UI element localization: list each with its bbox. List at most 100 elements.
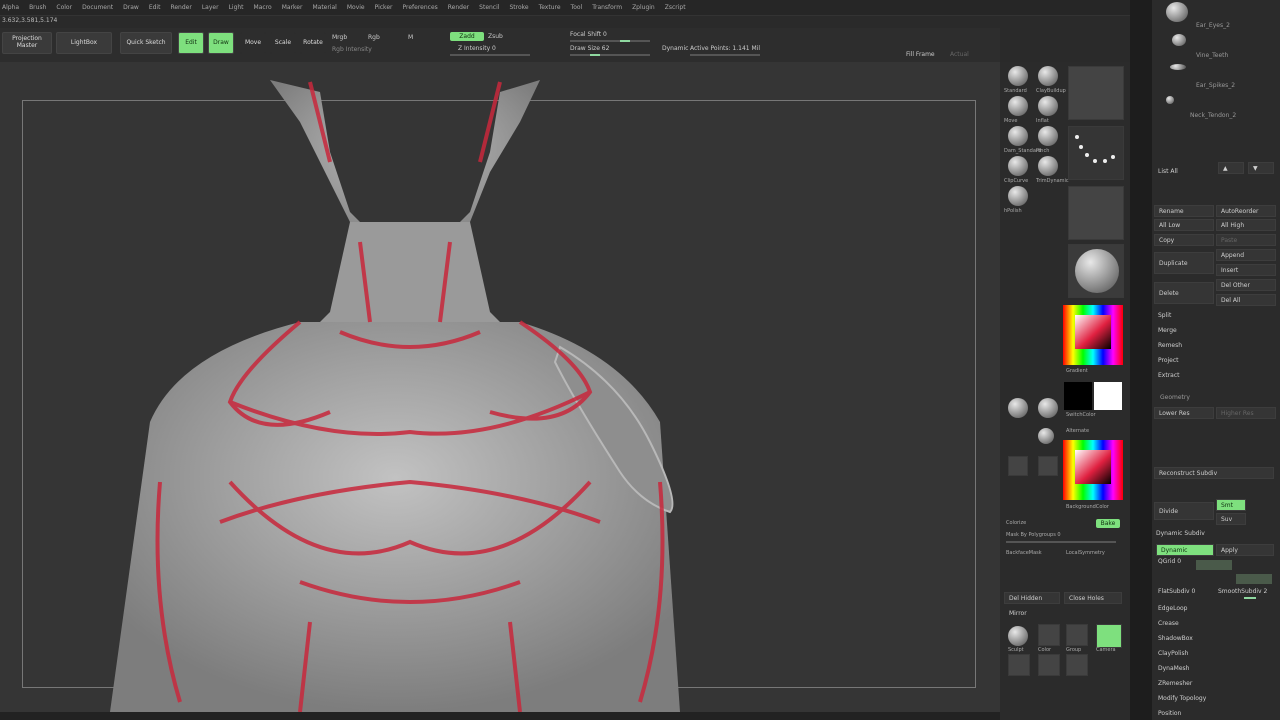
list-all-button[interactable]: List All <box>1158 168 1178 175</box>
coverage-field[interactable] <box>1236 574 1272 584</box>
claypolish-section[interactable]: ClayPolish <box>1158 650 1188 657</box>
menu-item[interactable]: Texture <box>539 4 561 11</box>
menu-item[interactable]: Material <box>312 4 336 11</box>
smoothsubdiv-slider[interactable]: SmoothSubdiv 2 <box>1218 588 1267 595</box>
modify-topology-section[interactable]: Modify Topology <box>1158 695 1206 702</box>
autoreorder-button[interactable]: AutoReorder <box>1216 205 1276 217</box>
position-section[interactable]: Position <box>1158 710 1181 717</box>
menu-item[interactable]: Zplugin <box>632 4 655 11</box>
duplicate-button[interactable]: Duplicate <box>1154 252 1214 274</box>
paint-brush-icon[interactable] <box>1038 624 1060 646</box>
color-picker-secondary-field[interactable] <box>1075 450 1111 484</box>
actual-label[interactable]: Actual <box>950 51 969 58</box>
menu-item[interactable]: Light <box>229 4 244 11</box>
qgrid-field[interactable] <box>1196 560 1232 570</box>
del-hidden-button[interactable]: Del Hidden <box>1004 592 1060 604</box>
subtool-name-2[interactable]: Ear_Spikes_2 <box>1196 82 1235 89</box>
material-sphere-2-icon[interactable] <box>1038 398 1058 418</box>
move-button[interactable]: Move <box>240 32 266 54</box>
subtool-name-0[interactable]: Ear_Eyes_2 <box>1196 22 1230 29</box>
camera-icon[interactable] <box>1096 624 1122 648</box>
dynamic-subdiv-header[interactable]: Dynamic Subdiv <box>1156 530 1205 537</box>
lightbox-button[interactable]: LightBox <box>56 32 112 54</box>
menu-item[interactable]: Layer <box>202 4 219 11</box>
close-holes-button[interactable]: Close Holes <box>1064 592 1122 604</box>
flatsubdiv-slider[interactable]: FlatSubdiv 0 <box>1158 588 1195 595</box>
menu-item[interactable]: Movie <box>347 4 365 11</box>
standard-brush-icon[interactable] <box>1008 66 1028 86</box>
zadd-toggle[interactable]: Zadd <box>450 32 484 41</box>
trimdynamic-brush-icon[interactable] <box>1038 156 1058 176</box>
mirror-dropdown[interactable]: Mirror <box>1004 607 1122 619</box>
crease-section[interactable]: Crease <box>1158 620 1179 627</box>
extract-section[interactable]: Extract <box>1158 372 1180 379</box>
menu-item[interactable]: Draw <box>123 4 139 11</box>
quick-sketch-button[interactable]: Quick Sketch <box>120 32 172 54</box>
reconstruct-subdiv-button[interactable]: Reconstruct Subdiv <box>1154 467 1274 479</box>
rotate-button[interactable]: Rotate <box>300 32 326 54</box>
inflat-brush-icon[interactable] <box>1038 96 1058 116</box>
gradient-label[interactable]: Gradient <box>1066 368 1088 374</box>
dam-standard-brush-icon[interactable] <box>1008 126 1028 146</box>
material-thumb[interactable] <box>1068 244 1124 298</box>
stroke-thumb[interactable] <box>1068 126 1124 180</box>
scroll-up-button[interactable]: ▲ <box>1218 162 1244 174</box>
rgb-intensity-slider[interactable]: Rgb Intensity <box>332 46 372 53</box>
draw-button[interactable]: Draw <box>208 32 234 54</box>
all-high-button[interactable]: All High <box>1216 219 1276 231</box>
menu-item[interactable]: Transform <box>592 4 622 11</box>
geometry-header[interactable]: Geometry <box>1160 394 1190 401</box>
higher-res-button[interactable]: Higher Res <box>1216 407 1276 419</box>
qgrid-slider[interactable]: QGrid 0 <box>1158 558 1181 565</box>
edit-button[interactable]: Edit <box>178 32 204 54</box>
move-brush-icon[interactable] <box>1008 96 1028 116</box>
dynamic-subdiv-toggle[interactable]: Dynamic <box>1156 544 1214 556</box>
menu-item[interactable]: Brush <box>29 4 46 11</box>
menu-item[interactable]: Edit <box>149 4 161 11</box>
subtool-thumb-3-icon[interactable] <box>1166 96 1174 104</box>
switch-color-button[interactable]: SwitchColor <box>1066 412 1096 418</box>
menu-item[interactable]: Picker <box>375 4 393 11</box>
del-other-button[interactable]: Del Other <box>1216 279 1276 291</box>
menu-item[interactable]: Zscript <box>665 4 686 11</box>
z-intensity-slider[interactable]: Z Intensity 0 <box>458 45 496 52</box>
projection-master-button[interactable]: Projection Master <box>2 32 52 54</box>
draw-size-slider[interactable]: Draw Size 62 <box>570 45 609 52</box>
rename-button[interactable]: Rename <box>1154 205 1214 217</box>
del-all-button[interactable]: Del All <box>1216 294 1276 306</box>
paste-button[interactable]: Paste <box>1216 234 1276 246</box>
draw-size-track[interactable] <box>570 54 650 56</box>
sculpt-mode-icon[interactable] <box>1008 626 1028 646</box>
mask-by-polygroups-slider[interactable]: Mask By Polygroups 0 <box>1006 532 1061 538</box>
clipcurve-brush-icon[interactable] <box>1008 156 1028 176</box>
append-button[interactable]: Append <box>1216 249 1276 261</box>
menu-item[interactable]: Stencil <box>479 4 499 11</box>
merge-section[interactable]: Merge <box>1158 327 1177 334</box>
smt-toggle[interactable]: Smt <box>1216 499 1246 511</box>
subtool-name-3[interactable]: Neck_Tendon_2 <box>1190 112 1236 119</box>
hpolish-brush-icon[interactable] <box>1008 186 1028 206</box>
edgeloop-section[interactable]: EdgeLoop <box>1158 605 1188 612</box>
remesh-section[interactable]: Remesh <box>1158 342 1182 349</box>
scroll-down-button[interactable]: ▼ <box>1248 162 1274 174</box>
mask-by-polygroups-track[interactable] <box>1006 541 1116 543</box>
menu-item[interactable]: Render <box>170 4 191 11</box>
zsub-toggle[interactable]: Zsub <box>488 33 503 40</box>
mrgb-toggle[interactable]: Mrgb <box>332 34 347 41</box>
focal-shift-track[interactable] <box>570 40 650 42</box>
subtool-thumb-0-icon[interactable] <box>1166 2 1188 22</box>
menu-item[interactable]: Color <box>56 4 72 11</box>
split-section[interactable]: Split <box>1158 312 1171 319</box>
background-color-label[interactable]: BackgroundColor <box>1066 504 1109 510</box>
menu-item[interactable]: Macro <box>254 4 272 11</box>
pinch-brush-icon[interactable] <box>1038 126 1058 146</box>
subtool-name-1[interactable]: Vine_Teeth <box>1196 52 1228 59</box>
claybuildup-brush-icon[interactable] <box>1038 66 1058 86</box>
project-section[interactable]: Project <box>1158 357 1179 364</box>
shadowbox-section[interactable]: ShadowBox <box>1158 635 1193 642</box>
menu-item[interactable]: Stroke <box>509 4 528 11</box>
backface-mask-button[interactable]: BackfaceMask <box>1006 550 1042 556</box>
stroke-tool-2-icon[interactable] <box>1038 654 1060 676</box>
dynamic-toggle[interactable]: Dynamic <box>662 45 688 52</box>
z-intensity-track[interactable] <box>450 54 530 56</box>
